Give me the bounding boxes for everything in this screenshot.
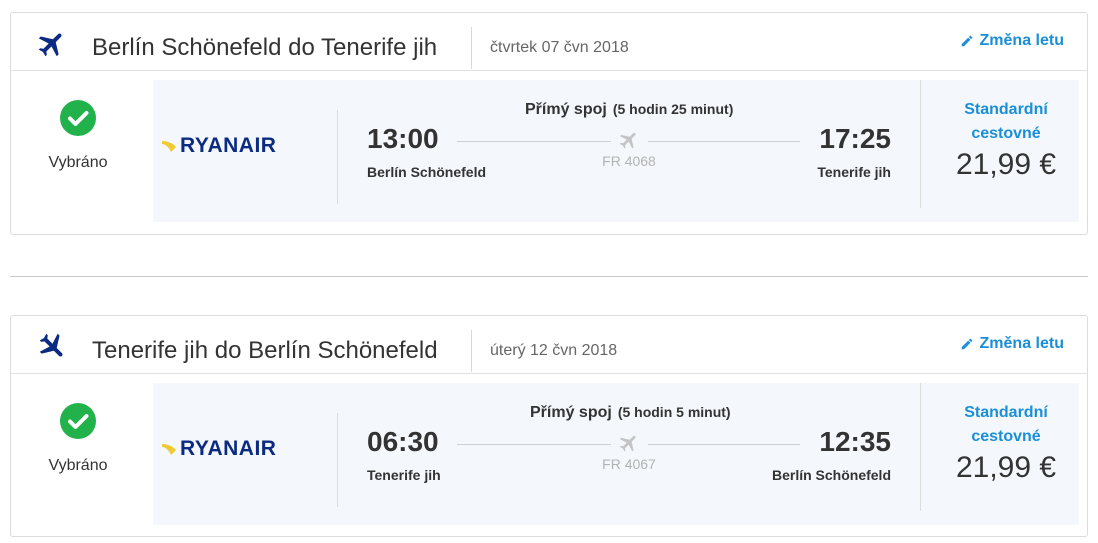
arrival-time: 17:25 bbox=[819, 123, 891, 154]
airline-name: RYANAIR bbox=[180, 134, 277, 157]
change-flight-link[interactable]: Změna letu bbox=[960, 334, 1064, 354]
fare-info: Standardní cestovné 21,99 € bbox=[931, 401, 1081, 485]
change-flight-label: Změna letu bbox=[979, 32, 1064, 49]
flight-number: FR 4067 bbox=[602, 456, 656, 472]
fare-type-line-1: Standardní bbox=[964, 404, 1048, 421]
selected-status: Vybráno bbox=[11, 70, 153, 210]
selected-status: Vybráno bbox=[11, 373, 153, 513]
direct-flight-label: Přímý spoj bbox=[530, 404, 612, 421]
direct-flight-label: Přímý spoj bbox=[525, 101, 607, 118]
arrival-airport: Tenerife jih bbox=[817, 164, 891, 180]
header-divider bbox=[471, 27, 472, 69]
column-divider bbox=[920, 383, 921, 511]
departure-airport: Berlín Schönefeld bbox=[367, 164, 487, 180]
flight-card-header: Berlín Schönefeld do Tenerife jih čtvrte… bbox=[11, 13, 1087, 71]
flight-details-panel: RYANAIR 06:30 Tenerife jih Přímý spoj (5… bbox=[153, 383, 1079, 525]
flight-number: FR 4068 bbox=[602, 153, 656, 169]
route-line bbox=[457, 141, 611, 142]
departure-airport: Tenerife jih bbox=[367, 467, 441, 483]
fare-type: Standardní cestovné bbox=[931, 98, 1081, 146]
route-line bbox=[648, 141, 800, 142]
fare-type: Standardní cestovné bbox=[931, 401, 1081, 449]
airline-logo: RYANAIR bbox=[161, 438, 276, 460]
fare-info: Standardní cestovné 21,99 € bbox=[931, 98, 1081, 182]
route-line bbox=[457, 444, 611, 445]
flight-date: čtvrtek 07 čvn 2018 bbox=[490, 39, 629, 56]
pencil-icon bbox=[961, 35, 972, 47]
harp-icon bbox=[162, 444, 176, 455]
header-divider bbox=[471, 330, 472, 372]
change-flight-label: Změna letu bbox=[979, 335, 1064, 352]
selected-label: Vybráno bbox=[48, 154, 108, 171]
airplane-icon bbox=[619, 435, 636, 452]
selected-label: Vybráno bbox=[48, 457, 108, 474]
direct-flight-info: Přímý spoj (5 hodin 25 minut) bbox=[525, 101, 733, 119]
check-icon bbox=[60, 100, 96, 136]
flight-card-outbound: Berlín Schönefeld do Tenerife jih čtvrte… bbox=[10, 12, 1088, 235]
column-divider bbox=[337, 110, 338, 204]
pencil-icon bbox=[961, 338, 972, 350]
fare-price: 21,99 € bbox=[955, 148, 1057, 181]
section-divider bbox=[10, 276, 1088, 277]
airline-name: RYANAIR bbox=[180, 437, 277, 460]
direct-flight-info: Přímý spoj (5 hodin 5 minut) bbox=[530, 404, 731, 422]
flight-date: úterý 12 čvn 2018 bbox=[490, 342, 618, 359]
route-title: Tenerife jih do Berlín Schönefeld bbox=[92, 337, 438, 364]
check-icon bbox=[60, 403, 96, 439]
change-flight-link[interactable]: Změna letu bbox=[960, 31, 1064, 51]
flight-duration: (5 hodin 5 minut) bbox=[617, 404, 731, 420]
fare-price: 21,99 € bbox=[955, 451, 1057, 484]
harp-icon bbox=[162, 141, 176, 152]
column-divider bbox=[337, 413, 338, 507]
column-divider bbox=[920, 80, 921, 208]
departure-time: 13:00 bbox=[367, 123, 439, 154]
airline-logo: RYANAIR bbox=[161, 135, 276, 157]
airplane-icon bbox=[39, 333, 63, 357]
arrival-time: 12:35 bbox=[819, 426, 891, 457]
airplane-icon bbox=[38, 33, 62, 57]
flight-details-panel: RYANAIR 13:00 Berlín Schönefeld Přímý sp… bbox=[153, 80, 1079, 222]
route-title: Berlín Schönefeld do Tenerife jih bbox=[92, 34, 438, 61]
flight-card-header: Tenerife jih do Berlín Schönefeld úterý … bbox=[11, 316, 1087, 374]
route-line bbox=[648, 444, 800, 445]
departure-time: 06:30 bbox=[367, 426, 439, 457]
arrival-airport: Berlín Schönefeld bbox=[771, 467, 891, 483]
airplane-icon bbox=[619, 132, 636, 149]
flight-card-return: Tenerife jih do Berlín Schönefeld úterý … bbox=[10, 315, 1088, 537]
fare-type-line-2: cestovné bbox=[971, 125, 1041, 142]
fare-type-line-1: Standardní bbox=[964, 101, 1048, 118]
fare-type-line-2: cestovné bbox=[971, 428, 1041, 445]
flight-duration: (5 hodin 25 minut) bbox=[612, 101, 734, 117]
